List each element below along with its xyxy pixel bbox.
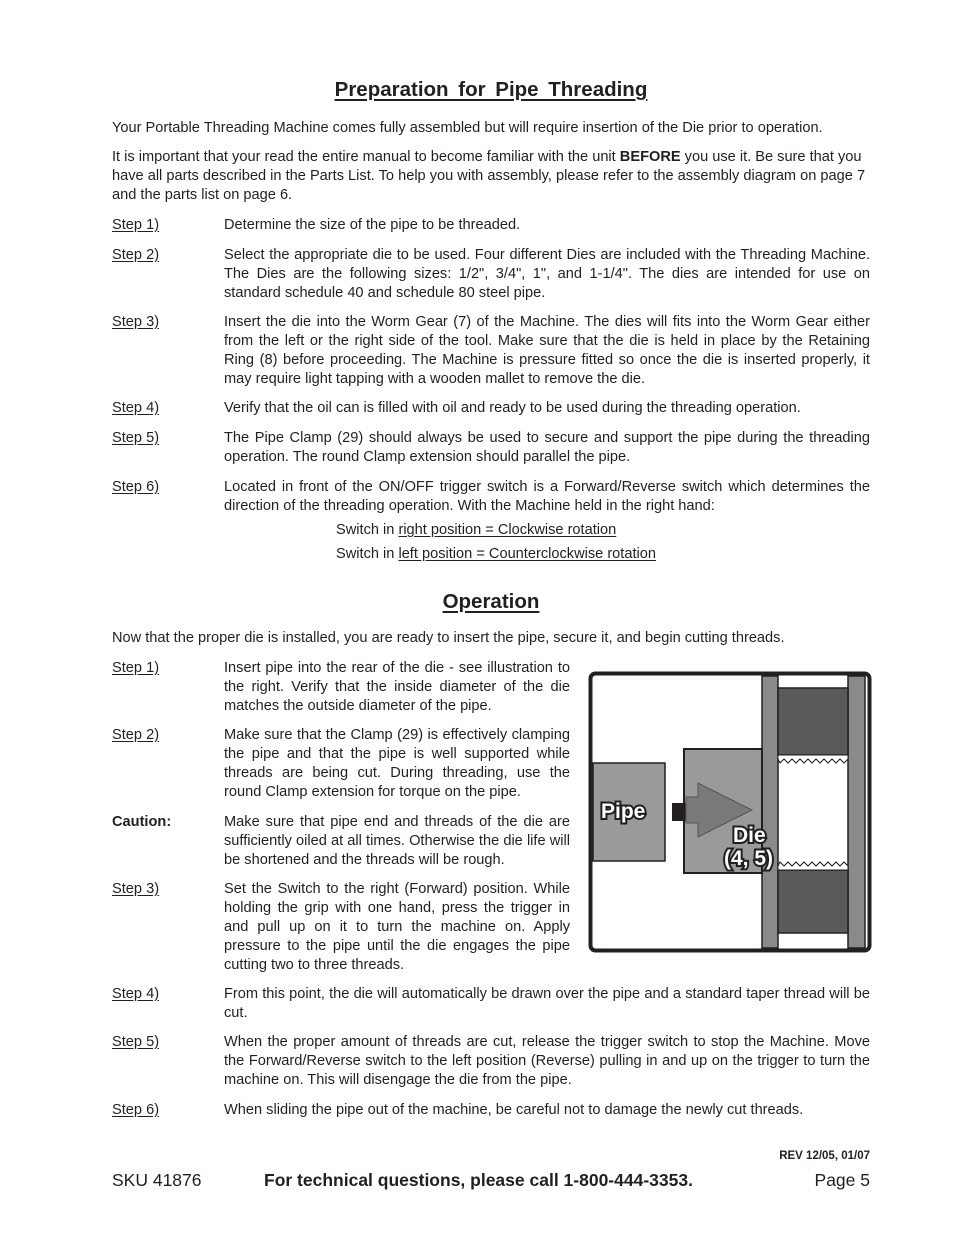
prep-step-1-text: Determine the size of the pipe to be thr…	[224, 217, 521, 233]
op-step-5-text: When the proper amount of threads are cu…	[224, 1034, 870, 1088]
op-step-6-text: When sliding the pipe out of the machine…	[224, 1102, 804, 1118]
op-step-6-label: Step 6)	[112, 1102, 160, 1118]
prep-intro-2-text-a: It is important that your read the entir…	[112, 149, 620, 165]
pipe-die-illustration: Pipe Die (4, 5)	[588, 671, 872, 953]
prep-step-3-label: Step 3)	[112, 314, 160, 330]
op-step-3-label: Step 3)	[112, 881, 160, 897]
prep-step-6-text: Located in front of the ON/OFF trigger s…	[224, 479, 870, 514]
gear-teeth-top	[777, 754, 849, 764]
prep-step-5-label: Step 5)	[112, 430, 160, 446]
prep-intro-1: Your Portable Threading Machine comes fu…	[112, 120, 823, 136]
switch-left-note: Switch in left position = Counterclockwi…	[336, 545, 656, 564]
prep-step-3-text: Insert the die into the Worm Gear (7) of…	[224, 314, 870, 387]
op-step-2-text: Make sure that the Clamp (29) is effecti…	[224, 727, 570, 800]
prep-step-5-text: The Pipe Clamp (29) should always be use…	[224, 430, 870, 465]
footer-page-number: Page 5	[814, 1170, 870, 1190]
pipe-label: Pipe	[601, 800, 645, 823]
operation-intro: Now that the proper die is installed, yo…	[112, 630, 785, 646]
prep-step-1-label: Step 1)	[112, 217, 160, 233]
op-step-5-label: Step 5)	[112, 1034, 160, 1050]
op-caution-label: Caution:	[112, 814, 172, 830]
op-step-3-text: Set the Switch to the right (Forward) po…	[224, 881, 570, 973]
revision-note: REV 12/05, 01/07	[779, 1150, 870, 1162]
switch-left-prefix: Switch in	[336, 546, 399, 562]
footer-support-phone: For technical questions, please call 1-8…	[264, 1170, 693, 1190]
prep-intro-2: It is important that your read the entir…	[112, 148, 870, 205]
op-step-2-label: Step 2)	[112, 727, 160, 743]
prep-intro-2-bold: BEFORE	[619, 149, 681, 165]
switch-left-value: left position = Counterclockwise rotatio…	[398, 546, 657, 562]
op-step-1-label: Step 1)	[112, 660, 160, 676]
machine-plate-right	[847, 675, 866, 949]
op-step-4-label: Step 4)	[112, 986, 160, 1002]
switch-right-note: Switch in right position = Clockwise rot…	[336, 521, 616, 540]
prep-step-6-label: Step 6)	[112, 479, 160, 495]
prep-step-4-label: Step 4)	[112, 400, 160, 416]
operation-heading: Operation	[442, 590, 540, 613]
switch-right-value: right position = Clockwise rotation	[398, 522, 617, 538]
machine-plate-left	[761, 675, 779, 949]
prep-step-2-text: Select the appropriate die to be used. F…	[224, 247, 870, 301]
footer-sku: SKU 41876	[112, 1170, 202, 1190]
op-step-4-text: From this point, the die will automatica…	[224, 986, 870, 1021]
pipe-connector	[672, 803, 686, 821]
switch-right-prefix: Switch in	[336, 522, 399, 538]
prep-step-4-text: Verify that the oil can is filled with o…	[224, 400, 801, 416]
gear-block-top	[777, 687, 849, 756]
die-label-line1: Die	[733, 824, 766, 847]
die-label-line2: (4, 5)	[724, 847, 773, 870]
gear-block-bottom	[777, 869, 849, 934]
prep-heading: Preparation for Pipe Threading	[334, 78, 648, 101]
op-caution-text: Make sure that pipe end and threads of t…	[224, 814, 570, 868]
gear-teeth-bottom	[777, 861, 849, 871]
prep-step-2-label: Step 2)	[112, 247, 160, 263]
op-step-1-text: Insert pipe into the rear of the die - s…	[224, 660, 570, 714]
